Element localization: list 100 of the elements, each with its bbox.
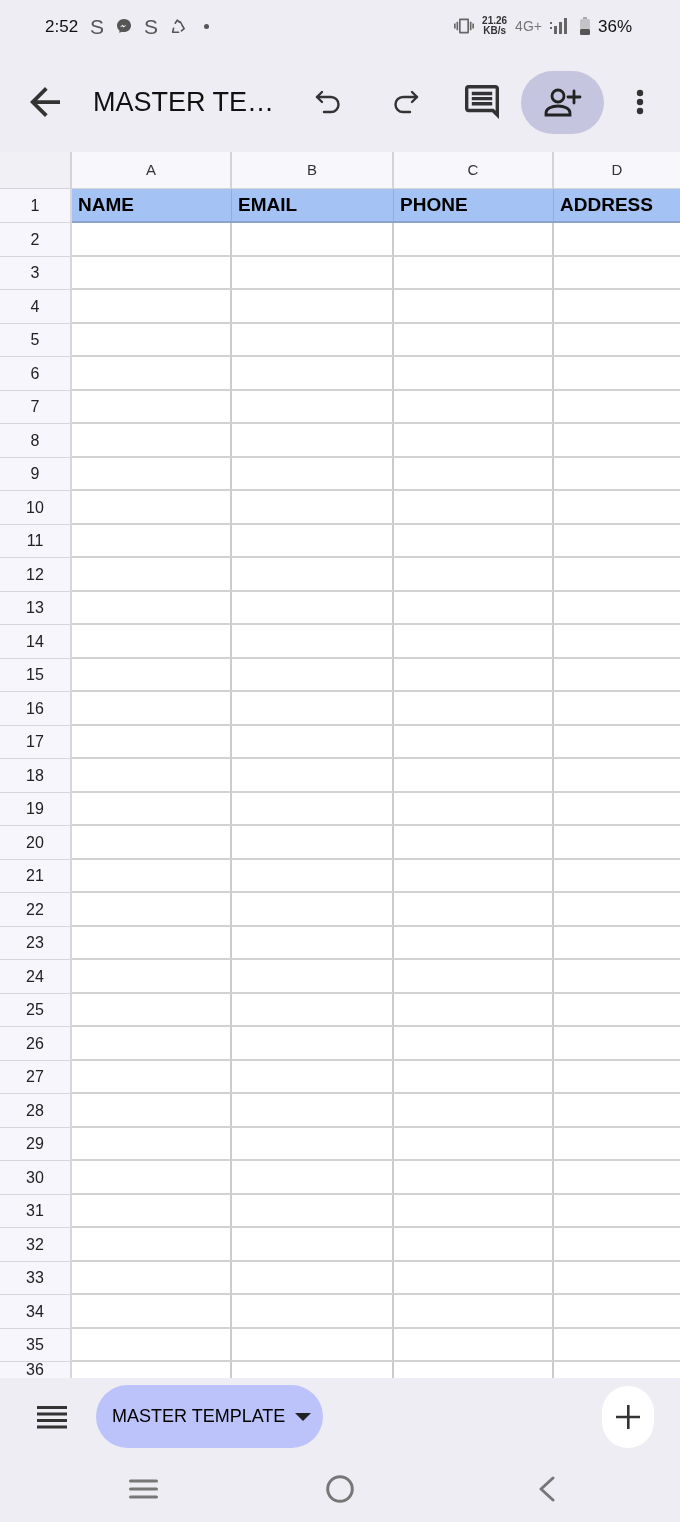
sheet-cell[interactable] [232, 1094, 394, 1128]
recent-apps-icon[interactable] [129, 1478, 158, 1499]
sheet-cell[interactable] [72, 1228, 232, 1262]
redo-icon[interactable] [393, 90, 419, 114]
sheet-cell[interactable] [394, 357, 554, 391]
sheet-cell[interactable] [232, 625, 394, 659]
sheet-cell[interactable] [394, 1128, 554, 1161]
undo-icon[interactable] [315, 90, 341, 114]
row-header[interactable]: 28 [0, 1094, 72, 1128]
sheet-cell[interactable] [232, 357, 394, 391]
sheet-cell[interactable] [394, 257, 554, 290]
sheet-cell[interactable] [72, 324, 232, 357]
sheet-cell[interactable] [232, 223, 394, 257]
sheet-cell[interactable] [72, 759, 232, 793]
sheet-cell[interactable] [72, 726, 232, 759]
row-header[interactable]: 35 [0, 1329, 72, 1362]
row-header[interactable]: 36 [0, 1362, 72, 1378]
sheet-cell[interactable] [394, 458, 554, 491]
row-header[interactable]: 6 [0, 357, 72, 391]
row-header[interactable]: 34 [0, 1295, 72, 1329]
sheet-cell[interactable] [232, 525, 394, 558]
row-header[interactable]: 31 [0, 1195, 72, 1228]
row-header[interactable]: 30 [0, 1161, 72, 1195]
add-sheet-button[interactable] [602, 1385, 654, 1448]
row-header[interactable]: 20 [0, 826, 72, 860]
sheet-cell[interactable] [232, 994, 394, 1027]
sheet-cell[interactable] [394, 960, 554, 994]
sheet-cell[interactable] [394, 525, 554, 558]
sheet-cell[interactable] [72, 290, 232, 324]
sheet-cell[interactable] [394, 1094, 554, 1128]
row-header[interactable]: 22 [0, 893, 72, 927]
sheet-cell[interactable] [72, 927, 232, 960]
sheet-cell[interactable] [72, 458, 232, 491]
sheet-cell[interactable] [394, 860, 554, 893]
sheet-cell[interactable] [232, 324, 394, 357]
sheet-cell[interactable] [72, 1094, 232, 1128]
sheet-cell[interactable] [232, 659, 394, 692]
row-header[interactable]: 33 [0, 1262, 72, 1295]
sheet-cell[interactable] [394, 927, 554, 960]
back-arrow-icon[interactable] [30, 87, 60, 117]
sheet-cell[interactable] [394, 223, 554, 257]
back-chevron-icon[interactable] [539, 1475, 555, 1502]
select-all-corner[interactable] [0, 152, 72, 189]
sheet-cell[interactable] [72, 860, 232, 893]
sheet-cell[interactable] [72, 826, 232, 860]
sheet-cell[interactable] [72, 659, 232, 692]
menu-icon[interactable] [37, 1404, 67, 1429]
column-header[interactable]: D [554, 152, 680, 189]
sheet-cell[interactable] [232, 793, 394, 826]
sheet-cell[interactable] [232, 893, 394, 927]
row-header[interactable]: 13 [0, 592, 72, 625]
sheet-cell[interactable] [72, 357, 232, 391]
sheet-cell[interactable] [394, 625, 554, 659]
sheet-cell[interactable] [72, 1128, 232, 1161]
row-header[interactable]: 1 [0, 189, 72, 223]
sheet-cell[interactable] [394, 893, 554, 927]
sheet-cell[interactable] [232, 1295, 394, 1329]
sheet-cell[interactable] [232, 1128, 394, 1161]
sheet-cell[interactable] [232, 257, 394, 290]
sheet-cell[interactable] [394, 1027, 554, 1061]
sheet-cell[interactable] [394, 659, 554, 692]
sheet-cell[interactable] [394, 290, 554, 324]
column-header[interactable]: C [394, 152, 554, 189]
row-header[interactable]: 15 [0, 659, 72, 692]
comment-icon[interactable] [465, 85, 499, 119]
sheet-cell[interactable] [394, 994, 554, 1027]
sheet-cell[interactable] [72, 994, 232, 1027]
sheet-cell[interactable] [72, 1061, 232, 1094]
sheet-cell[interactable] [232, 1329, 394, 1362]
sheet-cell[interactable] [394, 1329, 554, 1362]
sheet-cell[interactable] [72, 1161, 232, 1195]
sheet-cell[interactable] [232, 960, 394, 994]
sheet-cell[interactable] [232, 826, 394, 860]
row-header[interactable]: 18 [0, 759, 72, 793]
sheet-cell[interactable] [394, 1195, 554, 1228]
sheet-cell[interactable]: ADDRESS [554, 189, 680, 223]
row-header[interactable]: 26 [0, 1027, 72, 1061]
row-header[interactable]: 5 [0, 324, 72, 357]
sheet-cell[interactable] [394, 391, 554, 424]
row-header[interactable]: 2 [0, 223, 72, 257]
sheet-cell[interactable] [394, 1262, 554, 1295]
row-header[interactable]: 7 [0, 391, 72, 424]
row-header[interactable]: 8 [0, 424, 72, 458]
sheet-cell[interactable] [394, 1228, 554, 1262]
row-header[interactable]: 16 [0, 692, 72, 726]
row-header[interactable]: 9 [0, 458, 72, 491]
sheet-cell[interactable]: PHONE [394, 189, 554, 223]
row-header[interactable]: 25 [0, 994, 72, 1027]
sheet-cell[interactable] [394, 692, 554, 726]
more-options-icon[interactable] [636, 89, 644, 115]
sheet-cell[interactable] [72, 692, 232, 726]
sheet-cell[interactable] [232, 1195, 394, 1228]
sheet-cell[interactable] [72, 893, 232, 927]
sheet-cell[interactable] [232, 290, 394, 324]
sheet-cell[interactable]: EMAIL [232, 189, 394, 223]
column-header[interactable]: A [72, 152, 232, 189]
row-header[interactable]: 14 [0, 625, 72, 659]
sheet-cell[interactable] [394, 793, 554, 826]
sheet-cell[interactable] [394, 558, 554, 592]
sheet-cell[interactable] [394, 592, 554, 625]
